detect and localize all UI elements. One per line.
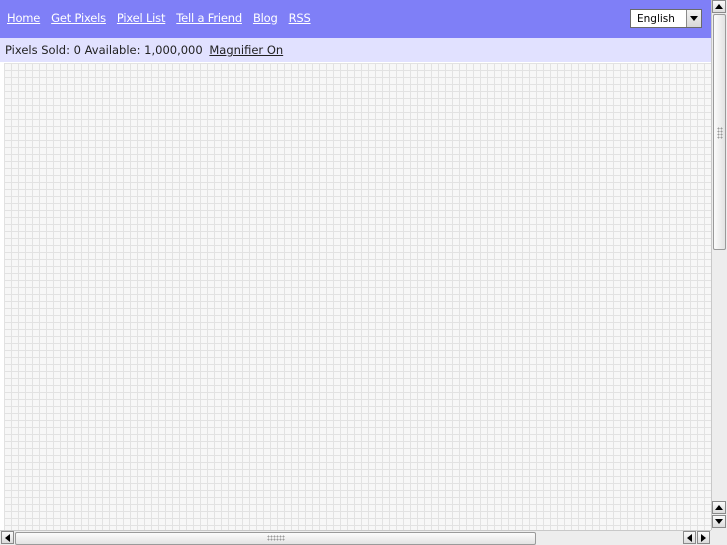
magnifier-toggle-link[interactable]: Magnifier On — [209, 43, 283, 57]
arrow-down-icon — [715, 519, 723, 524]
vertical-scroll-thumb[interactable] — [713, 14, 726, 250]
nav-link-pixel-list[interactable]: Pixel List — [117, 11, 166, 25]
horizontal-scroll-thumb[interactable] — [15, 532, 536, 545]
status-line: Pixels Sold: 0 Available: 1,000,000 Magn… — [5, 43, 283, 57]
status-strip: Pixels Sold: 0 Available: 1,000,000 Magn… — [0, 38, 711, 62]
nav-link-get-pixels[interactable]: Get Pixels — [51, 11, 106, 25]
page: Home Get Pixels Pixel List Tell a Friend… — [0, 0, 727, 545]
arrow-left-icon — [5, 533, 10, 542]
language-dropdown-button[interactable] — [686, 10, 701, 27]
scroll-up-button[interactable] — [712, 0, 726, 13]
scrollbar-corner — [711, 530, 727, 545]
vertical-scrollbar[interactable] — [711, 0, 727, 530]
language-select-value: English — [637, 12, 675, 25]
language-select[interactable]: English — [630, 9, 702, 28]
horizontal-scrollbar[interactable] — [0, 530, 711, 545]
scroll-left-button[interactable] — [1, 531, 14, 544]
arrow-up-icon — [715, 4, 723, 9]
main-nav: Home Get Pixels Pixel List Tell a Friend… — [7, 11, 322, 25]
scroll-left-button-right[interactable] — [683, 531, 696, 544]
grip-icon — [267, 535, 285, 541]
grip-icon — [717, 127, 723, 139]
nav-link-tell-a-friend[interactable]: Tell a Friend — [176, 11, 242, 25]
scroll-down-button[interactable] — [712, 515, 726, 528]
arrow-right-icon — [701, 533, 706, 542]
arrow-left-icon — [687, 533, 692, 542]
pixel-stats-text: Pixels Sold: 0 Available: 1,000,000 — [5, 43, 203, 57]
nav-link-rss[interactable]: RSS — [289, 11, 311, 25]
scroll-right-button[interactable] — [697, 531, 710, 544]
nav-link-home[interactable]: Home — [7, 11, 40, 25]
chevron-down-icon — [690, 16, 698, 21]
pixel-grid[interactable] — [4, 63, 711, 530]
arrow-up-icon — [715, 505, 723, 510]
nav-link-blog[interactable]: Blog — [253, 11, 278, 25]
top-nav-bar: Home Get Pixels Pixel List Tell a Friend… — [0, 0, 711, 38]
scroll-up-button-lower[interactable] — [712, 501, 726, 514]
